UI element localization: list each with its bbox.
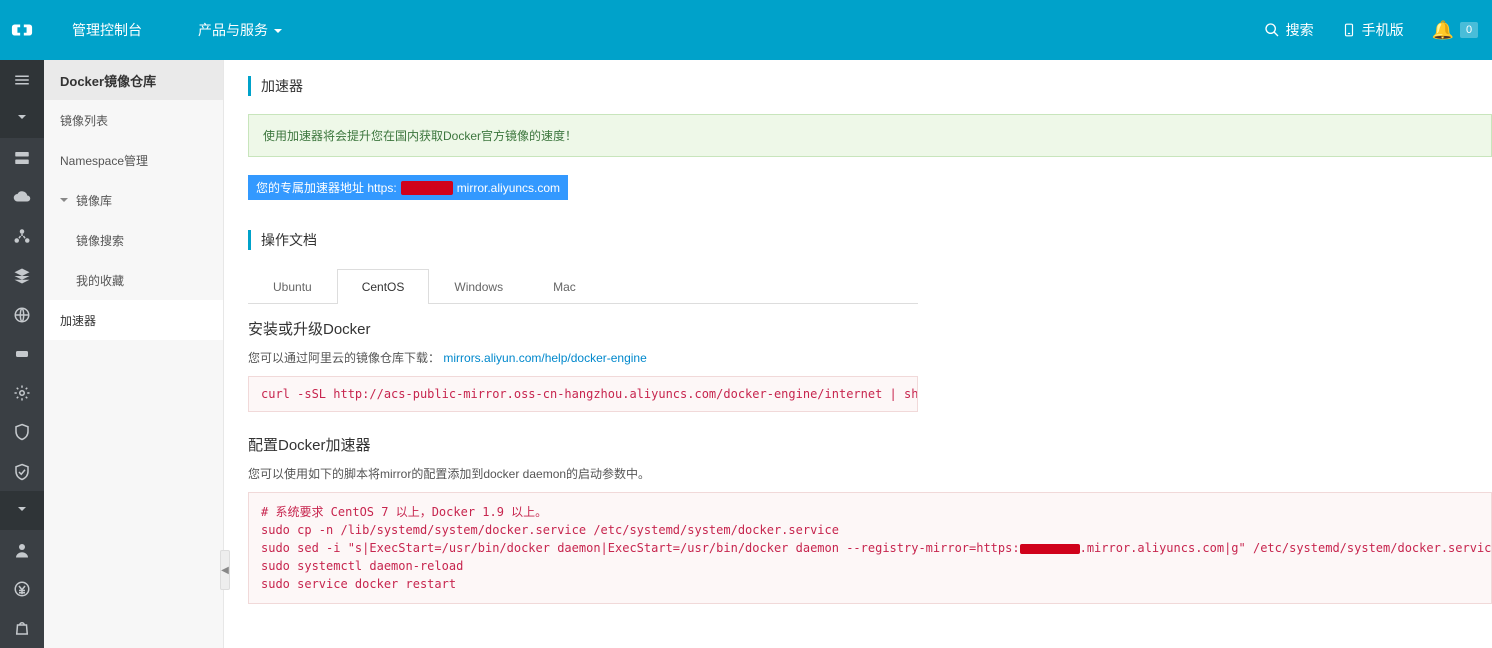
- os-tabs: Ubuntu CentOS Windows Mac: [248, 268, 918, 304]
- code-line: sudo service docker restart: [261, 577, 456, 591]
- para-install-text: 您可以通过阿里云的镜像仓库下载：: [248, 351, 440, 365]
- page-title: 加速器: [248, 76, 1492, 96]
- heading-configure: 配置Docker加速器: [248, 434, 1492, 455]
- menu-icon: [13, 71, 31, 89]
- globe-icon: [13, 306, 31, 324]
- shield-check-icon: [13, 463, 31, 481]
- search-icon: [1264, 22, 1280, 38]
- tab-windows[interactable]: Windows: [429, 269, 528, 304]
- code-line: .mirror.aliyuncs.com|g" /etc/systemd/sys…: [1080, 541, 1492, 555]
- rail-caret-2[interactable]: [0, 491, 44, 530]
- code-line: sudo systemctl daemon-reload: [261, 559, 463, 573]
- icon-rail: [0, 60, 44, 648]
- rail-nodes[interactable]: [0, 217, 44, 256]
- mirror-url-pill[interactable]: 您的专属加速器地址 https: xxxxxxxx mirror.aliyuncs.…: [248, 175, 568, 200]
- rail-globe[interactable]: [0, 295, 44, 334]
- heading-install: 安装或升级Docker: [248, 318, 1492, 339]
- chevron-down-icon: [18, 507, 26, 515]
- bell-icon: 🔔: [1432, 20, 1454, 41]
- para-configure: 您可以使用如下的脚本将mirror的配置添加到docker daemon的启动参…: [248, 465, 1492, 482]
- sidebar-item-accelerator[interactable]: 加速器: [44, 300, 223, 340]
- code-line: sudo sed -i "s|ExecStart=/usr/bin/docker…: [261, 541, 1020, 555]
- aliyun-logo-icon: [11, 19, 33, 41]
- dns-icon: [13, 345, 31, 363]
- mirror-url-pre: 您的专属加速器地址 https:: [256, 179, 397, 196]
- nav-search-label: 搜索: [1286, 20, 1314, 40]
- mirror-url-hidden: xxxxxxxx: [401, 181, 453, 195]
- nav-console[interactable]: 管理控制台: [44, 0, 170, 60]
- rail-currency[interactable]: [0, 570, 44, 609]
- bag-icon: [13, 619, 31, 637]
- user-icon: [13, 541, 31, 559]
- sidebar-item-image-search[interactable]: 镜像搜索: [44, 220, 223, 260]
- notification-badge: 0: [1460, 22, 1478, 38]
- para-install: 您可以通过阿里云的镜像仓库下载： mirrors.aliyun.com/help…: [248, 349, 1492, 366]
- chevron-down-icon: [18, 115, 26, 123]
- topbar: 管理控制台 产品与服务 搜索 手机版 🔔 0: [0, 0, 1492, 60]
- nav-search[interactable]: 搜索: [1250, 0, 1328, 60]
- gear-icon: [13, 384, 31, 402]
- nav-products[interactable]: 产品与服务: [170, 0, 310, 60]
- nav-mobile[interactable]: 手机版: [1328, 0, 1418, 60]
- code-hidden-token: [1020, 544, 1080, 554]
- code-line: sudo cp -n /lib/systemd/system/docker.se…: [261, 523, 839, 537]
- rail-user[interactable]: [0, 530, 44, 569]
- docs-title: 操作文档: [248, 230, 1492, 250]
- server-icon: [13, 149, 31, 167]
- tab-centos[interactable]: CentOS: [337, 269, 430, 304]
- rail-gear[interactable]: [0, 374, 44, 413]
- sidebar-item-image-list[interactable]: 镜像列表: [44, 100, 223, 140]
- rail-menu[interactable]: [0, 60, 44, 99]
- sidebar-title: Docker镜像仓库: [44, 60, 223, 100]
- sidebar: Docker镜像仓库 镜像列表 Namespace管理 镜像库 镜像搜索 我的收…: [44, 60, 224, 648]
- rail-stack[interactable]: [0, 256, 44, 295]
- code-install[interactable]: curl -sSL http://acs-public-mirror.oss-c…: [248, 376, 918, 412]
- currency-icon: [13, 580, 31, 598]
- alert-success: 使用加速器将会提升您在国内获取Docker官方镜像的速度！: [248, 114, 1492, 157]
- shield-icon: [13, 423, 31, 441]
- rail-servers[interactable]: [0, 138, 44, 177]
- sidebar-item-favorites[interactable]: 我的收藏: [44, 260, 223, 300]
- sidebar-item-image-lib[interactable]: 镜像库: [44, 180, 223, 220]
- rail-caret-1[interactable]: [0, 99, 44, 138]
- rail-dns[interactable]: [0, 334, 44, 373]
- code-line: # 系统要求 CentOS 7 以上，Docker 1.9 以上。: [261, 505, 547, 519]
- tab-ubuntu[interactable]: Ubuntu: [248, 269, 337, 304]
- nav-notifications[interactable]: 🔔 0: [1418, 0, 1492, 60]
- cloud-icon: [13, 188, 31, 206]
- sidebar-item-namespace[interactable]: Namespace管理: [44, 140, 223, 180]
- sidebar-collapse-icon[interactable]: ◀: [220, 550, 230, 590]
- stack-icon: [13, 267, 31, 285]
- logo[interactable]: [0, 0, 44, 60]
- rail-cloud[interactable]: [0, 178, 44, 217]
- rail-bag[interactable]: [0, 609, 44, 648]
- link-mirrors-help[interactable]: mirrors.aliyun.com/help/docker-engine: [443, 351, 646, 365]
- nav-mobile-label: 手机版: [1362, 20, 1404, 40]
- rail-shield-check[interactable]: [0, 452, 44, 491]
- mobile-icon: [1342, 22, 1356, 38]
- mirror-url-post: mirror.aliyuncs.com: [457, 181, 560, 195]
- tab-mac[interactable]: Mac: [528, 269, 601, 304]
- rail-shield[interactable]: [0, 413, 44, 452]
- content: 加速器 使用加速器将会提升您在国内获取Docker官方镜像的速度！ 您的专属加速…: [224, 60, 1492, 648]
- nodes-icon: [13, 227, 31, 245]
- code-configure[interactable]: # 系统要求 CentOS 7 以上，Docker 1.9 以上。 sudo c…: [248, 492, 1492, 604]
